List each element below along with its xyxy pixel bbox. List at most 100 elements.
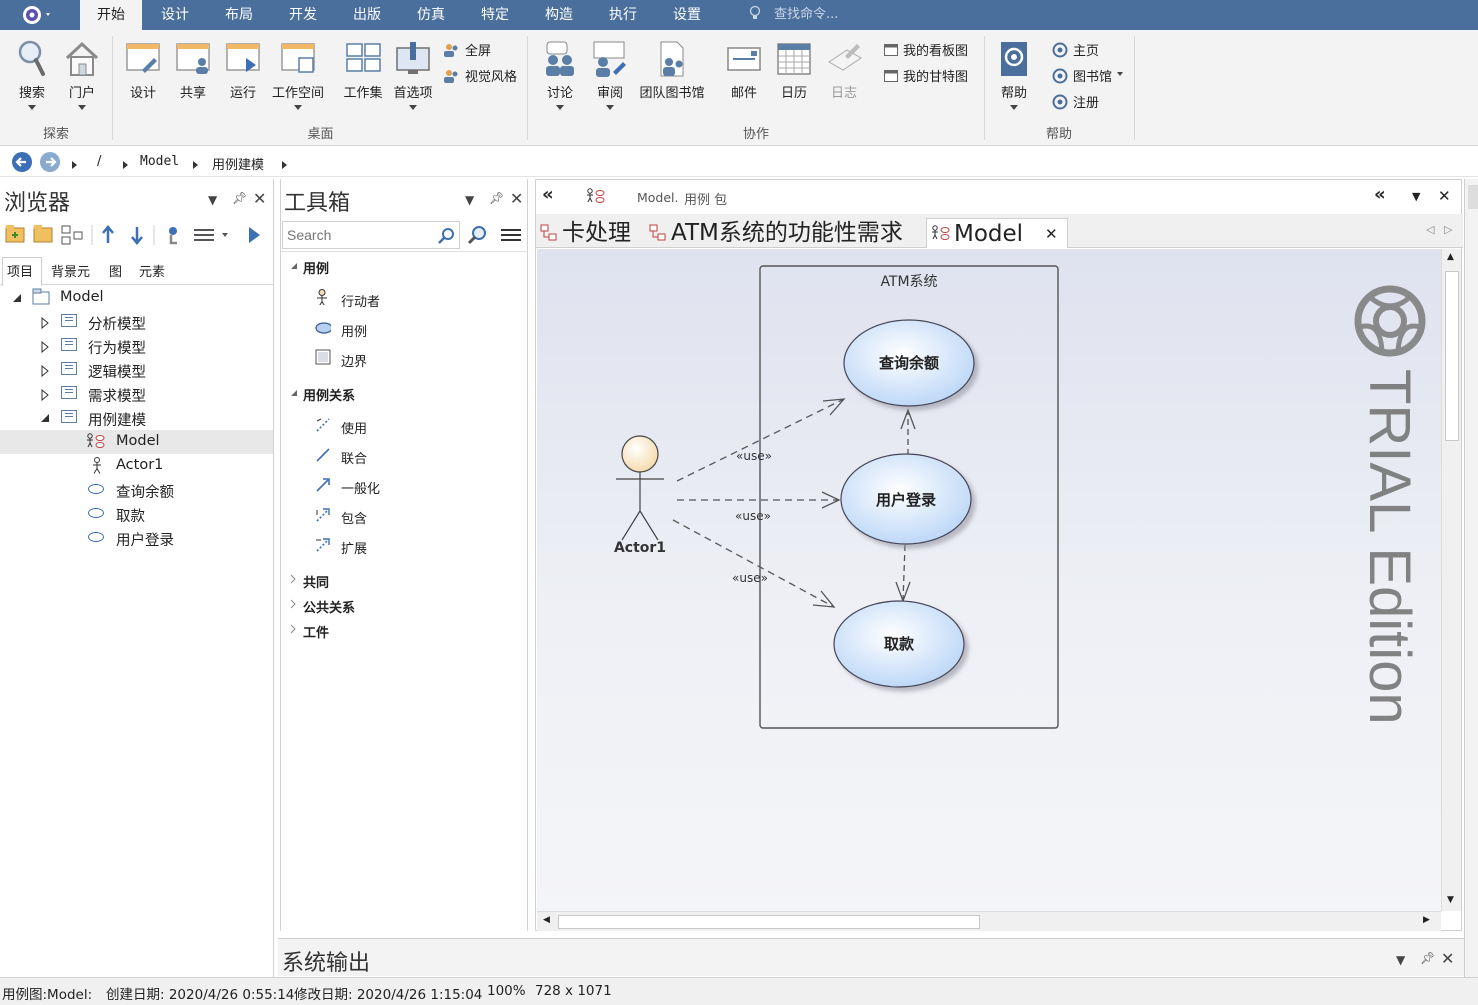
tree-item-package[interactable]: 行为模型: [0, 334, 273, 358]
search-button[interactable]: 搜索: [10, 38, 54, 110]
tree-item-usecase[interactable]: 用户登录: [0, 526, 273, 550]
tree-item-actor[interactable]: Actor1: [0, 454, 273, 478]
tree-item-model-root[interactable]: Model: [0, 286, 273, 310]
breadcrumb-model[interactable]: Model: [140, 154, 179, 169]
tab-layout[interactable]: 布局: [210, 0, 268, 30]
toolbox-search-input[interactable]: [287, 226, 427, 244]
close-icon[interactable]: ✕: [253, 189, 266, 208]
design-button[interactable]: 设计: [120, 40, 166, 101]
team-library-button[interactable]: 团队图书馆: [636, 40, 708, 101]
collapsed-panel-tab[interactable]: [1468, 185, 1478, 209]
toolbox-item-include[interactable]: 包含: [341, 508, 367, 527]
collapse-right-icon[interactable]: «: [1374, 184, 1386, 205]
tab-design[interactable]: 设计: [145, 0, 205, 30]
dropdown-icon[interactable]: ▼: [1412, 190, 1420, 203]
tab-execute[interactable]: 执行: [594, 0, 652, 30]
journal-button[interactable]: 日志: [822, 40, 866, 101]
scroll-right-icon[interactable]: ▶: [1423, 915, 1430, 925]
toolbox-item-extend[interactable]: 扩展: [341, 538, 367, 557]
right-side-panel-strip[interactable]: [1464, 179, 1478, 977]
menu-icon[interactable]: [501, 227, 521, 243]
vertical-scrollbar[interactable]: ▲ ▼: [1441, 249, 1461, 911]
actor-actor1[interactable]: [616, 435, 664, 541]
tab-simulate[interactable]: 仿真: [402, 0, 460, 30]
diagram-icon[interactable]: [61, 225, 83, 245]
tab-element[interactable]: 元素: [139, 261, 165, 280]
menu-icon[interactable]: [194, 229, 228, 241]
pin-icon[interactable]: 📌︎: [232, 191, 247, 205]
calendar-button[interactable]: 日历: [772, 40, 816, 101]
toolbox-section-artifact[interactable]: 工件: [303, 622, 329, 641]
tree-item-package[interactable]: 需求模型: [0, 382, 273, 406]
toolbox-item-boundary[interactable]: 边界: [341, 351, 367, 370]
tab-diagram[interactable]: 图: [109, 261, 122, 280]
move-down-icon[interactable]: [131, 227, 143, 245]
login-to-withdraw-connector[interactable]: [902, 544, 906, 602]
review-button[interactable]: 审阅: [588, 40, 632, 110]
close-icon[interactable]: ✕: [510, 189, 523, 208]
new-package-icon[interactable]: [5, 225, 25, 243]
fullscreen-button[interactable]: 全屏: [442, 40, 491, 59]
search-icon[interactable]: [437, 227, 455, 245]
share-button[interactable]: 共享: [170, 40, 216, 101]
tab-construct[interactable]: 构造: [530, 0, 588, 30]
close-icon[interactable]: ✕: [1441, 949, 1454, 968]
breadcrumb-root[interactable]: /: [97, 154, 101, 169]
forward-button[interactable]: [40, 152, 60, 172]
toolbox-section-common-relations[interactable]: 公共关系: [303, 597, 355, 616]
tree-item-package[interactable]: 用例建模: [0, 406, 273, 430]
scroll-down-icon[interactable]: ▼: [1447, 895, 1454, 905]
run-button[interactable]: 运行: [220, 40, 266, 101]
visual-style-button[interactable]: 视觉风格: [442, 66, 517, 85]
toolbox-section-relations[interactable]: 用例关系: [303, 385, 355, 404]
doc-tab-model[interactable]: Model ✕: [926, 218, 1068, 248]
scroll-left-icon[interactable]: ◀: [543, 915, 550, 925]
tab-settings[interactable]: 设置: [658, 0, 716, 30]
toolbox-item-actor[interactable]: 行动者: [341, 291, 380, 310]
toolbox-item-use[interactable]: 使用: [341, 418, 367, 437]
close-icon[interactable]: ✕: [1438, 187, 1451, 205]
tree-item-package[interactable]: 逻辑模型: [0, 358, 273, 382]
preferences-button[interactable]: 首选项: [390, 40, 436, 110]
app-menu-button[interactable]: [14, 3, 56, 27]
tab-scroll-left-icon[interactable]: ◁: [1426, 223, 1434, 236]
close-icon[interactable]: ✕: [1045, 219, 1058, 249]
doc-tab-card-processing[interactable]: 卡处理: [540, 218, 631, 248]
status-zoom[interactable]: 100%: [487, 983, 526, 999]
horizontal-scrollbar[interactable]: ◀ ▶: [537, 911, 1441, 931]
tree-item-diagram[interactable]: Model: [0, 430, 273, 454]
portal-button[interactable]: 门户: [60, 38, 104, 110]
find-command[interactable]: 查找命令...: [748, 0, 838, 30]
discuss-button[interactable]: 讨论: [538, 40, 582, 110]
use-connector-withdraw[interactable]: [672, 519, 835, 608]
doc-tab-atm-requirements[interactable]: ATM系统的功能性需求: [649, 218, 903, 248]
mail-button[interactable]: 邮件: [722, 40, 766, 101]
scroll-up-icon[interactable]: ▲: [1447, 252, 1454, 262]
library-button[interactable]: 图书馆: [1052, 66, 1124, 85]
breadcrumb-usecase-modeling[interactable]: 用例建模: [212, 154, 264, 173]
horizontal-scroll-thumb[interactable]: [558, 915, 980, 929]
collapse-left-icon[interactable]: «: [542, 184, 554, 205]
tab-develop[interactable]: 开发: [274, 0, 332, 30]
find-toolbox-icon[interactable]: [467, 225, 487, 245]
toolbox-section-common[interactable]: 共同: [303, 572, 329, 591]
my-gantt-button[interactable]: 我的甘特图: [884, 66, 968, 85]
panel-menu-button[interactable]: ▼: [1396, 953, 1405, 967]
back-button[interactable]: [12, 152, 32, 172]
pin-icon[interactable]: 📌︎: [489, 191, 504, 205]
workset-button[interactable]: 工作集: [340, 40, 386, 101]
play-icon[interactable]: [249, 227, 260, 243]
register-button[interactable]: 注册: [1052, 92, 1099, 111]
tab-context[interactable]: 背景元: [51, 261, 90, 280]
tab-specialize[interactable]: 特定: [466, 0, 524, 30]
tree-item-usecase[interactable]: 取款: [0, 502, 273, 526]
help-button[interactable]: 帮助: [992, 40, 1036, 110]
pin-icon[interactable]: 📌︎: [1420, 951, 1435, 965]
toolbox-item-association[interactable]: 联合: [341, 448, 367, 467]
home-page-button[interactable]: 主页: [1052, 40, 1099, 59]
folder-icon[interactable]: [33, 225, 53, 243]
panel-menu-button[interactable]: ▼: [465, 193, 474, 207]
vertical-scroll-thumb[interactable]: [1445, 271, 1459, 441]
tab-scroll-right-icon[interactable]: ▷: [1444, 223, 1452, 236]
tree-item-package[interactable]: 分析模型: [0, 310, 273, 334]
